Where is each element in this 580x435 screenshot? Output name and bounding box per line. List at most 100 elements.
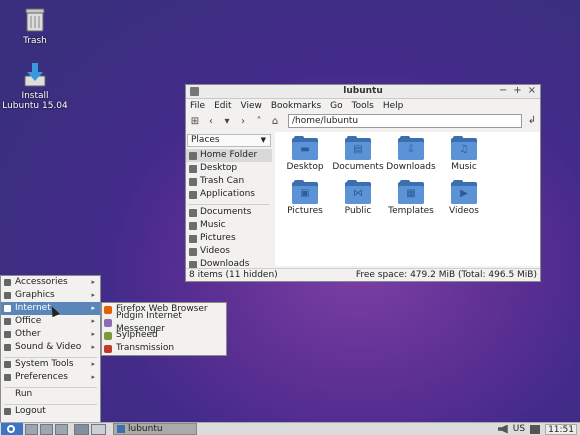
menu-item-system-tools[interactable]: System Tools ▸ [1,358,100,371]
workspace-2-icon[interactable] [91,423,106,435]
folder-pictures[interactable]: ▣ Pictures [279,180,331,216]
trash-desktop-icon[interactable]: Trash [0,7,70,46]
submenu-item-label: Transmission [116,343,175,353]
menu-item-label: Graphics [15,290,55,300]
menu-bar: File Edit View Bookmarks Go Tools Help [186,99,540,113]
minimize-button[interactable]: − [499,85,507,96]
submenu-item-pidgin[interactable]: Pidgin Internet Messenger [102,311,226,334]
title-bar[interactable]: lubuntu − + × [186,85,540,99]
sidebar-item-label: Videos [200,246,230,256]
menu-item-other[interactable]: Other ▸ [1,328,100,341]
volume-icon[interactable] [497,424,508,434]
music-folder-icon: ♫ [451,136,477,160]
show-desktop-icon[interactable] [55,423,68,435]
sidebar-item-music[interactable]: Music [186,219,272,232]
file-list-area[interactable]: ▬ Desktop ▤ Documents ⇩ Downloads ♫ Musi… [275,132,540,266]
sidebar-item-documents[interactable]: Documents [186,206,272,219]
go-icon[interactable]: ↲ [526,115,538,127]
submenu-item-sylpheed[interactable]: Sylpheed [102,329,226,342]
folder-desktop[interactable]: ▬ Desktop [279,136,331,172]
menu-help[interactable]: Help [383,101,404,111]
folder-templates[interactable]: ▦ Templates [385,180,437,216]
browser-launcher-icon[interactable] [40,423,53,435]
menu-go[interactable]: Go [330,101,342,111]
sidebar-item-label: Desktop [200,163,238,173]
sidebar-item-home-folder[interactable]: Home Folder [186,149,272,162]
history-dropdown-icon[interactable]: ▾ [221,116,233,128]
firefox-icon [104,305,112,314]
sidebar-item-label: Home Folder [200,150,258,160]
documents-folder-icon: ▤ [345,136,371,160]
folder-documents[interactable]: ▤ Documents [332,136,384,172]
menu-tools[interactable]: Tools [352,101,374,111]
taskbar-item-lubuntu[interactable]: lubuntu [113,423,197,435]
keyboard-layout[interactable]: US [513,424,525,434]
submenu-arrow-icon: ▸ [91,330,95,338]
file-manager-launcher-icon[interactable] [25,423,38,435]
network-icon[interactable] [530,424,541,434]
menu-item-label: Office [15,316,42,326]
submenu-arrow-icon: ▸ [91,304,95,312]
install-desktop-label: Install Lubuntu 15.04 [2,91,68,111]
graphics-icon [4,292,11,299]
clock[interactable]: 11:51 [545,423,577,435]
workspace-1-icon[interactable] [74,423,89,435]
file-manager-window: lubuntu − + × File Edit View Bookmarks G… [185,84,541,282]
submenu-arrow-icon: ▸ [91,317,95,325]
start-menu: Accessories ▸ Graphics ▸ Internet ▸ Offi… [0,275,101,423]
submenu-item-transmission[interactable]: Transmission [102,342,226,355]
menu-item-accessories[interactable]: Accessories ▸ [1,276,100,289]
home-icon[interactable]: ⌂ [269,116,281,128]
file-name: Templates [388,206,434,216]
sidebar-item-applications[interactable]: Applications [186,188,272,201]
item-count: 8 items (11 hidden) [189,270,278,280]
sidebar-item-trash-can[interactable]: Trash Can [186,175,272,188]
folder-music[interactable]: ♫ Music [438,136,490,172]
music-icon [189,221,197,230]
public-folder-icon: ⋈ [345,180,371,204]
submenu-arrow-icon: ▸ [91,343,95,351]
preferences-icon [4,374,11,381]
maximize-button[interactable]: + [513,85,521,96]
file-name: Music [451,162,477,172]
folder-downloads[interactable]: ⇩ Downloads [385,136,437,172]
close-button[interactable]: × [528,85,536,96]
new-tab-icon[interactable]: ⊞ [189,116,201,128]
location-input[interactable]: /home/lubuntu [288,114,522,128]
office-icon [4,318,11,325]
menu-item-run[interactable]: Run [1,388,100,401]
sidebar-item-pictures[interactable]: Pictures [186,232,272,245]
menu-edit[interactable]: Edit [214,101,231,111]
forward-icon[interactable]: › [237,116,249,128]
sidebar-item-label: Applications [200,189,255,199]
sidebar-item-videos[interactable]: Videos [186,245,272,258]
task-label: lubuntu [128,424,163,434]
install-desktop-icon[interactable]: Install Lubuntu 15.04 [0,62,70,111]
menu-item-graphics[interactable]: Graphics ▸ [1,289,100,302]
menu-item-logout[interactable]: Logout [1,405,100,418]
back-icon[interactable]: ‹ [205,116,217,128]
videos-folder-icon: ▶ [451,180,477,204]
menu-file[interactable]: File [190,101,205,111]
file-name: Documents [332,162,384,172]
pidgin-icon [104,318,112,327]
submenu-item-label: Sylpheed [116,330,158,340]
folder-public[interactable]: ⋈ Public [332,180,384,216]
start-menu-button[interactable] [1,423,23,435]
menu-view[interactable]: View [241,101,262,111]
folder-videos[interactable]: ▶ Videos [438,180,490,216]
accessories-icon [4,279,11,286]
sidebar-item-label: Music [200,220,226,230]
trash-desktop-label: Trash [23,36,47,46]
menu-item-sound-video[interactable]: Sound & Video ▸ [1,341,100,354]
submenu-arrow-icon: ▸ [91,360,95,368]
menu-item-preferences[interactable]: Preferences ▸ [1,371,100,384]
documents-icon [189,208,197,217]
places-selector[interactable]: Places ▼ [187,134,271,147]
downloads-folder-icon: ⇩ [398,136,424,160]
internet-submenu: Firefox Web Browser Pidgin Internet Mess… [101,302,227,356]
up-icon[interactable]: ˄ [253,116,265,128]
sidebar-item-desktop[interactable]: Desktop [186,162,272,175]
menu-item-office[interactable]: Office ▸ [1,315,100,328]
menu-bookmarks[interactable]: Bookmarks [271,101,321,111]
